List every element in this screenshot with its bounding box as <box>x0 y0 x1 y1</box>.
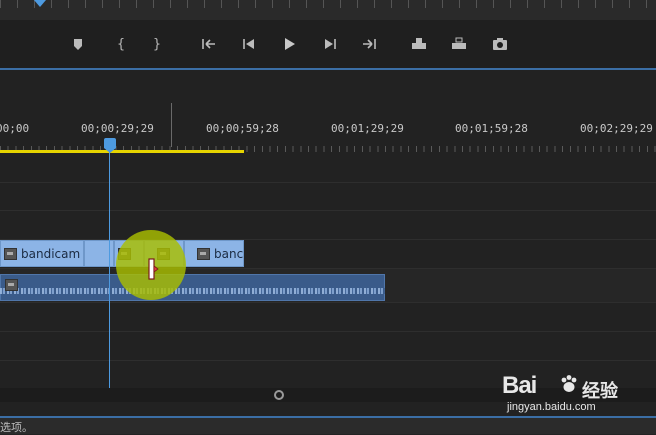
mark-out-button[interactable]: } <box>145 34 169 54</box>
status-text: 选项。 <box>0 421 33 434</box>
status-bar <box>0 418 656 434</box>
timecode-label: 00;00;29;29 <box>81 122 154 135</box>
video-clip[interactable]: banc <box>184 240 244 267</box>
timecode-label: 00;01;59;28 <box>455 122 528 135</box>
add-marker-icon <box>74 39 82 50</box>
insert-icon <box>412 38 426 49</box>
playhead-tip <box>104 148 116 153</box>
playhead[interactable] <box>104 138 116 148</box>
mark-in-icon: { <box>116 36 126 52</box>
fx-badge-icon <box>4 247 17 260</box>
transport-controls: { } <box>0 20 656 68</box>
clip-label: banc <box>214 246 244 261</box>
timecode-label: 00;00 <box>0 122 30 135</box>
timecode-label: 00;02;29;29 <box>580 122 653 135</box>
mark-in-button[interactable]: { <box>109 34 133 54</box>
timecode-label: 00;01;29;29 <box>331 122 404 135</box>
play-button[interactable] <box>278 34 302 54</box>
play-icon <box>285 38 295 50</box>
add-marker-button[interactable] <box>66 34 90 54</box>
go-to-out-icon <box>363 39 376 49</box>
baidu-logo: Bai <box>502 372 537 399</box>
ripple-edit-cursor-icon <box>148 258 159 280</box>
go-to-out-button[interactable] <box>357 34 381 54</box>
baidu-logo-suffix: 经验 <box>582 381 618 402</box>
export-frame-icon <box>493 38 507 50</box>
overwrite-button[interactable] <box>447 34 471 54</box>
fx-badge-icon <box>5 279 18 291</box>
audio-waveform <box>0 288 385 294</box>
export-frame-button[interactable] <box>488 34 512 54</box>
clip-label: bandicam <box>21 246 81 261</box>
monitor-ruler[interactable] <box>0 0 656 8</box>
track-video-2[interactable] <box>0 183 656 211</box>
go-to-in-button[interactable] <box>197 34 221 54</box>
timecode-label: 00;00;59;28 <box>206 122 279 135</box>
monitor-playhead[interactable] <box>34 0 46 7</box>
track-audio-4[interactable] <box>0 361 656 389</box>
insert-button[interactable] <box>407 34 431 54</box>
playhead-line[interactable] <box>109 150 110 388</box>
step-back-icon <box>243 39 254 49</box>
overwrite-icon <box>452 37 466 49</box>
paw-icon <box>561 375 577 392</box>
track-audio-2[interactable] <box>0 303 656 332</box>
scroll-zoom-handle[interactable] <box>274 390 284 400</box>
mark-out-icon: } <box>152 36 162 52</box>
fx-badge-icon <box>197 247 210 260</box>
video-clip[interactable]: bandicam <box>0 240 84 267</box>
step-forward-icon <box>325 39 336 49</box>
track-video-3[interactable] <box>0 155 656 183</box>
go-to-in-icon <box>202 39 215 49</box>
horizontal-scrollbar[interactable] <box>0 388 656 402</box>
track-audio-3[interactable] <box>0 332 656 361</box>
panel-divider[interactable] <box>171 103 172 147</box>
step-back-button[interactable] <box>237 34 261 54</box>
work-area-bar[interactable] <box>0 150 244 153</box>
step-forward-button[interactable] <box>318 34 342 54</box>
watermark-url: jingyan.baidu.com <box>507 401 596 413</box>
track-video-1-upper[interactable] <box>0 211 656 240</box>
